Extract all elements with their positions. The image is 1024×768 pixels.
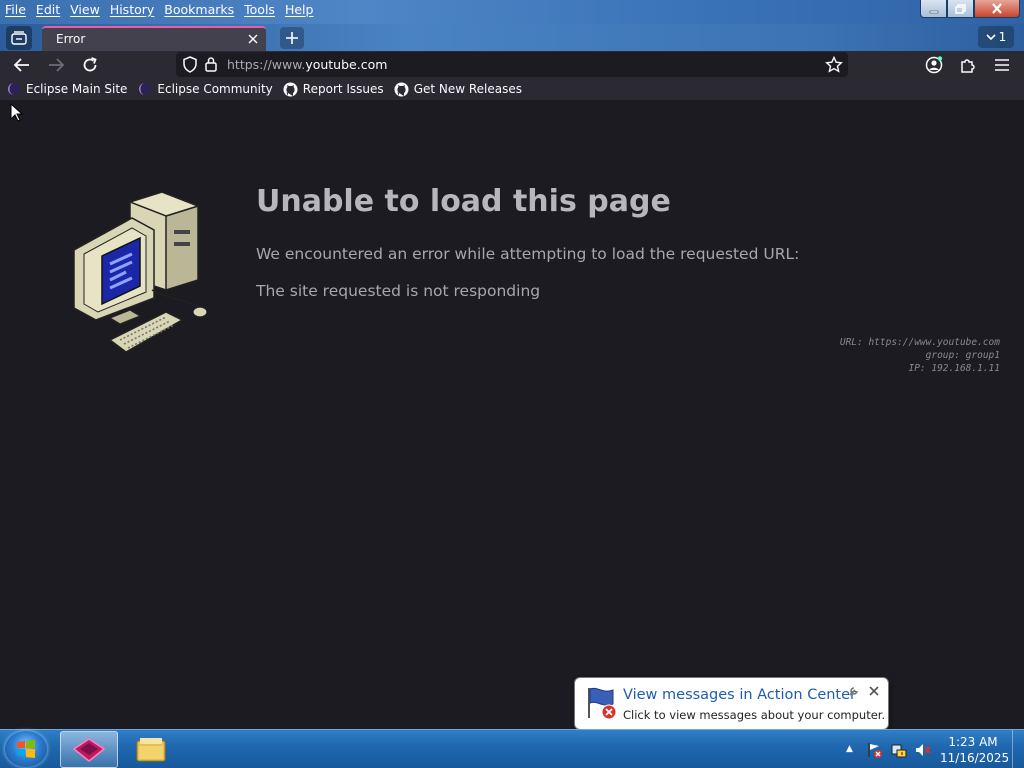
window-controls	[920, 0, 1020, 18]
network-tray-icon[interactable]	[891, 742, 907, 758]
tab-count: 1	[998, 30, 1007, 44]
github-icon	[394, 81, 410, 97]
clock-time: 1:23 AM	[948, 735, 998, 749]
computer-illustration-icon	[73, 191, 208, 353]
taskbar-browser[interactable]	[60, 731, 118, 768]
back-arrow-icon	[13, 58, 29, 72]
tab-error[interactable]: Error	[42, 26, 266, 51]
bookmark-eclipse-main-site[interactable]: Eclipse Main Site	[6, 81, 127, 97]
hamburger-menu-icon	[995, 59, 1009, 71]
minimize-icon	[929, 10, 938, 13]
tab-close-icon[interactable]	[246, 32, 260, 46]
bookmarks-toolbar: Eclipse Main Site Eclipse Community Repo…	[0, 78, 1024, 100]
taskbar-file-explorer[interactable]	[122, 731, 180, 768]
tab-strip: Error 1	[0, 24, 1024, 51]
back-button[interactable]	[11, 54, 33, 76]
menu-bookmarks[interactable]: Bookmarks	[159, 2, 239, 17]
show-hidden-icons-button[interactable]: ▲	[846, 744, 853, 754]
close-icon	[992, 3, 1002, 14]
restore-icon	[955, 3, 966, 14]
account-icon	[925, 56, 943, 74]
volume-muted-icon[interactable]	[915, 742, 931, 758]
error-description: We encountered an error while attempting…	[256, 245, 800, 263]
restore-button[interactable]	[947, 0, 974, 18]
browser-app-icon	[72, 737, 106, 762]
menu-edit[interactable]: Edit	[31, 2, 65, 17]
eclipse-icon	[137, 81, 153, 97]
forward-arrow-icon	[49, 58, 65, 72]
bookmark-report-issues[interactable]: Report Issues	[283, 81, 384, 97]
close-window-button[interactable]	[974, 0, 1020, 18]
reload-button[interactable]	[79, 54, 101, 76]
plus-icon	[286, 32, 298, 44]
url-bar[interactable]: https://www.youtube.com	[176, 52, 848, 77]
firefox-view-icon	[11, 31, 27, 45]
eclipse-icon	[6, 81, 22, 97]
folder-icon	[136, 737, 166, 761]
star-bookmark-icon[interactable]	[825, 56, 843, 73]
menu-file[interactable]: File	[0, 2, 31, 17]
shield-icon[interactable]	[182, 56, 198, 73]
menu-view[interactable]: View	[65, 2, 105, 17]
reload-icon	[83, 57, 97, 72]
system-clock[interactable]: 1:23 AM 11/16/2025	[940, 734, 1010, 766]
menu-history[interactable]: History	[105, 2, 159, 17]
action-center-flag-icon	[588, 687, 617, 720]
extensions-button[interactable]	[957, 54, 979, 76]
menu-help[interactable]: Help	[280, 2, 319, 17]
url-text: https://www.youtube.com	[227, 57, 388, 72]
error-diagnostics: URL: https://www.youtube.com group: grou…	[840, 336, 1000, 375]
menu-bar: File Edit View History Bookmarks Tools H…	[0, 2, 318, 17]
notification-close-icon[interactable]	[868, 685, 880, 697]
mouse-cursor-icon	[10, 103, 24, 122]
diagnostic-group: group: group1	[925, 350, 1000, 361]
page-content: Unable to load this page We encountered …	[0, 100, 1024, 729]
action-center-tray-icon[interactable]	[867, 742, 883, 758]
new-tab-button[interactable]	[280, 27, 304, 49]
taskbar: ▲ 1:23 AM 11/16/2025	[0, 729, 1024, 768]
notification-subtitle: Click to view messages about your comput…	[623, 708, 886, 722]
menu-tools[interactable]: Tools	[239, 2, 280, 17]
lock-icon[interactable]	[204, 56, 218, 73]
error-title: Unable to load this page	[256, 184, 671, 219]
start-button[interactable]	[5, 731, 47, 767]
notification-title: View messages in Action Center	[623, 687, 856, 703]
wrench-icon[interactable]	[848, 685, 860, 697]
action-center-notification[interactable]: View messages in Action Center Click to …	[574, 677, 889, 730]
forward-button[interactable]	[45, 54, 67, 76]
app-menu-button[interactable]	[991, 54, 1013, 76]
bookmark-eclipse-community[interactable]: Eclipse Community	[137, 81, 273, 97]
firefox-view-button[interactable]	[6, 26, 32, 50]
bookmark-get-new-releases[interactable]: Get New Releases	[394, 81, 522, 97]
error-reason: The site requested is not responding	[256, 282, 541, 300]
navigation-toolbar: https://www.youtube.com	[0, 51, 1024, 78]
minimize-button[interactable]	[920, 0, 947, 18]
tab-title: Error	[56, 32, 86, 46]
account-button[interactable]	[923, 54, 945, 76]
github-icon	[283, 81, 299, 97]
puzzle-icon	[961, 59, 975, 73]
chevron-down-icon	[986, 34, 996, 41]
diagnostic-url: URL: https://www.youtube.com	[839, 337, 1000, 348]
window-title-bar: File Edit View History Bookmarks Tools H…	[0, 0, 1024, 24]
tab-list-button[interactable]: 1	[978, 26, 1014, 48]
diagnostic-ip: IP: 192.168.1.11	[908, 363, 1000, 374]
clock-date: 11/16/2025	[940, 751, 1010, 765]
show-desktop-button[interactable]	[1012, 730, 1024, 768]
windows-logo-icon	[17, 740, 35, 758]
